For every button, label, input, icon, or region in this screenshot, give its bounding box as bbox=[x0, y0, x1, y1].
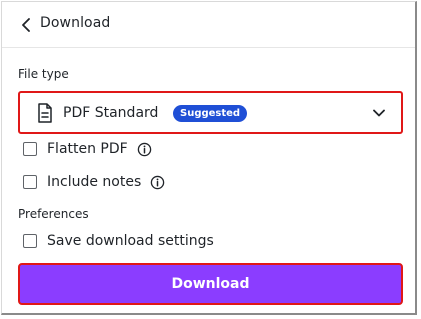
panel-header: Download bbox=[2, 2, 415, 48]
flatten-pdf-checkbox[interactable] bbox=[23, 142, 37, 156]
flatten-pdf-option[interactable]: Flatten PDF bbox=[23, 141, 152, 157]
back-button[interactable] bbox=[18, 16, 34, 34]
download-panel: Download File type PDF Standard Suggeste… bbox=[1, 1, 417, 315]
file-type-value: PDF Standard bbox=[63, 105, 159, 121]
document-icon bbox=[38, 103, 52, 123]
include-notes-label: Include notes bbox=[47, 174, 142, 190]
file-type-dropdown[interactable]: PDF Standard Suggested bbox=[18, 91, 403, 134]
download-button[interactable]: Download bbox=[18, 263, 403, 305]
include-notes-option[interactable]: Include notes bbox=[23, 174, 165, 190]
preferences-label: Preferences bbox=[18, 207, 89, 221]
save-settings-label: Save download settings bbox=[47, 233, 214, 249]
panel-title: Download bbox=[40, 15, 111, 31]
info-icon[interactable] bbox=[150, 175, 165, 190]
flatten-pdf-label: Flatten PDF bbox=[47, 141, 128, 157]
file-type-label: File type bbox=[18, 67, 69, 81]
save-settings-option[interactable]: Save download settings bbox=[23, 233, 214, 249]
include-notes-checkbox[interactable] bbox=[23, 175, 37, 189]
info-icon[interactable] bbox=[137, 142, 152, 157]
chevron-down-icon bbox=[373, 109, 385, 117]
save-settings-checkbox[interactable] bbox=[23, 234, 37, 248]
chevron-left-icon bbox=[22, 18, 30, 32]
suggested-badge: Suggested bbox=[173, 105, 248, 122]
